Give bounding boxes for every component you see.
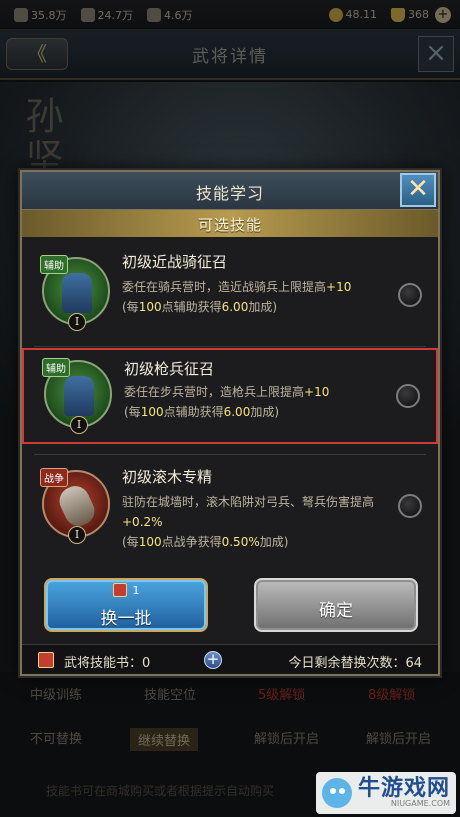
skill-type-tag: 辅助 — [42, 358, 70, 377]
skill-book-icon — [38, 652, 54, 668]
skill-option-3[interactable]: 战争 I 初级滚木专精 驻防在城墙时，滚木陷阱对弓兵、弩兵伤害提高+0.2% (… — [22, 456, 438, 566]
refresh-label: 换一批 — [100, 609, 152, 629]
skill-description: 委任在步兵营时，造枪兵上限提高+10 (每100点辅助获得6.00加成) — [124, 385, 330, 419]
section-title: 可选技能 — [197, 216, 262, 234]
dialog-close-button[interactable]: ✕ — [400, 173, 436, 207]
refresh-cost: 1 — [46, 583, 206, 597]
skill-name: 初级滚木专精 — [122, 468, 213, 486]
confirm-button[interactable]: 确定 — [254, 578, 418, 632]
skill-option-2[interactable]: 辅助 I 初级枪兵征召 委任在步兵营时，造枪兵上限提高+10 (每100点辅助获… — [22, 348, 438, 444]
watermark-url: NIUGAME.COM — [390, 799, 451, 809]
skill-learning-dialog: 技能学习 ✕ 可选技能 辅助 I 初级近战骑征召 委任在骑兵营时，造近战骑兵上限… — [20, 170, 440, 676]
add-skill-book-button[interactable]: + — [204, 651, 222, 669]
dialog-footer: 武将技能书：0 + 今日剩余替换次数：64 — [22, 644, 438, 674]
skill-select-radio[interactable] — [398, 494, 422, 518]
skill-icon-rolling-log: 战争 I — [40, 468, 110, 544]
skill-description: 委任在骑兵营时，造近战骑兵上限提高+10 (每100点辅助获得6.00加成) — [122, 280, 352, 314]
skill-name: 初级枪兵征召 — [124, 360, 215, 378]
skill-book-icon — [112, 583, 127, 597]
skill-select-radio[interactable] — [398, 283, 422, 307]
skill-type-tag: 辅助 — [40, 255, 68, 274]
skill-description: 驻防在城墙时，滚木陷阱对弓兵、弩兵伤害提高+0.2% (每100点战争获得0.5… — [122, 495, 375, 549]
skill-icon-spearman: 辅助 I — [42, 358, 112, 434]
site-watermark: 牛游戏网 NIUGAME.COM — [316, 772, 456, 814]
remaining-swaps: 今日剩余替换次数：64 — [288, 656, 422, 671]
refresh-skills-button[interactable]: 1 换一批 — [44, 578, 208, 632]
dialog-header: 技能学习 ✕ — [22, 172, 438, 210]
watermark-title: 牛游戏网 — [358, 776, 451, 802]
skill-name: 初级近战骑征召 — [122, 253, 228, 271]
skill-select-radio[interactable] — [396, 384, 420, 408]
skill-level-badge: I — [70, 416, 88, 434]
section-header: 可选技能 — [22, 210, 438, 237]
skill-icon-cavalry: 辅助 I — [40, 255, 110, 331]
watermark-logo-icon — [322, 778, 352, 808]
skill-level-badge: I — [68, 313, 86, 331]
skill-level-badge: I — [68, 526, 86, 544]
skill-option-1[interactable]: 辅助 I 初级近战骑征召 委任在骑兵营时，造近战骑兵上限提高+10 (每100点… — [22, 239, 438, 349]
skill-type-tag: 战争 — [40, 468, 68, 487]
confirm-label: 确定 — [319, 601, 353, 621]
skill-book-count: 武将技能书：0 — [64, 656, 151, 671]
dialog-title: 技能学习 — [195, 184, 264, 203]
